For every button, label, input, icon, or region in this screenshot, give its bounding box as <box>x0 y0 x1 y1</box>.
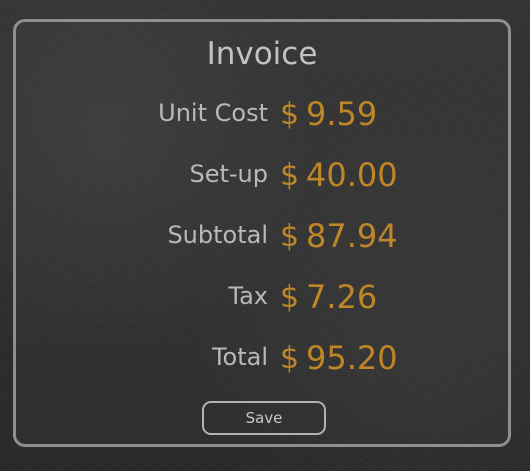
total-label: Total <box>211 343 268 371</box>
currency-symbol: $ <box>280 97 300 132</box>
tax-value: 7.26 <box>306 278 378 316</box>
setup-value: 40.00 <box>306 156 398 194</box>
unit-cost-label: Unit Cost <box>158 99 268 127</box>
setup-row: Set-up $ 40.00 <box>16 156 514 196</box>
tax-label: Tax <box>228 282 268 310</box>
setup-label: Set-up <box>189 160 268 188</box>
total-value: 95.20 <box>306 339 398 377</box>
save-button[interactable]: Save <box>202 401 326 435</box>
tax-row: Tax $ 7.26 <box>16 278 514 318</box>
invoice-title: Invoice <box>206 36 318 72</box>
unit-cost-value: 9.59 <box>306 95 378 133</box>
subtotal-value: 87.94 <box>306 217 398 255</box>
currency-symbol: $ <box>280 158 300 193</box>
unit-cost-row: Unit Cost $ 9.59 <box>16 95 514 135</box>
subtotal-label: Subtotal <box>167 221 268 249</box>
currency-symbol: $ <box>280 219 300 254</box>
invoice-panel: Invoice Unit Cost $ 9.59 Set-up $ 40.00 … <box>13 19 511 447</box>
total-row: Total $ 95.20 <box>16 339 514 379</box>
currency-symbol: $ <box>280 341 300 376</box>
subtotal-row: Subtotal $ 87.94 <box>16 217 514 257</box>
currency-symbol: $ <box>280 280 300 315</box>
